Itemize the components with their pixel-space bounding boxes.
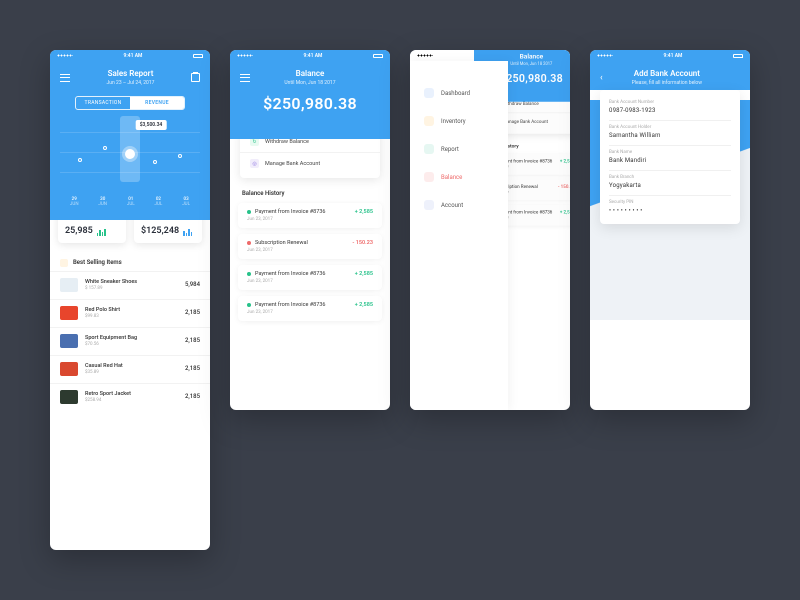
nav-item-balance[interactable]: Balance: [410, 163, 508, 191]
calendar-icon[interactable]: [191, 73, 200, 82]
product-price: $35.89: [85, 370, 178, 375]
status-bar: 9:41 AM: [230, 50, 390, 61]
nav-item-dashboard[interactable]: Dashboard: [410, 79, 508, 107]
menu-icon[interactable]: [60, 74, 70, 82]
nav-icon: [424, 144, 434, 154]
product-row[interactable]: Retro Sport Jacket $258.94 2,185: [50, 383, 210, 411]
field-label: Security PIN: [609, 200, 731, 205]
signal-icon: [597, 54, 613, 57]
segment-control: TRANSACTION REVENUE: [75, 96, 185, 110]
battery-icon: [193, 54, 203, 58]
product-price: $99.83: [85, 314, 178, 319]
product-count: 2,185: [185, 393, 200, 400]
menu-icon[interactable]: [240, 74, 250, 82]
signal-icon: [57, 54, 73, 57]
field-label: Bank Name: [609, 150, 731, 155]
signal-icon: [237, 54, 253, 57]
nav-item-account[interactable]: Account: [410, 191, 508, 219]
product-thumb: [60, 306, 78, 320]
date-range: Jun 23 – Jul 24, 2017: [70, 80, 191, 86]
field-label: Bank Account Number: [609, 100, 731, 105]
star-icon: [60, 259, 68, 267]
product-name: Casual Red Hat: [85, 363, 178, 369]
balance-screen: 9:41 AM Balance Until Mon, Jun 18 2017 $…: [230, 50, 390, 410]
form-field[interactable]: Bank Name Bank Mandiri: [609, 146, 731, 171]
product-thumb: [60, 390, 78, 404]
manage-bank-button[interactable]: ◎ Manage Bank Account: [240, 152, 380, 174]
product-count: 5,984: [185, 281, 200, 288]
tab-transaction[interactable]: TRANSACTION: [76, 97, 130, 109]
history-row[interactable]: Payment from Invoice #8736 + 2,585 Jun 2…: [238, 265, 382, 290]
nav-icon: [424, 172, 434, 182]
navigation-drawer: Dashboard Inventory Report Balance Accou…: [410, 61, 508, 410]
form-field[interactable]: Bank Branch Yogyakarta: [609, 171, 731, 196]
field-value: Samantha William: [609, 132, 731, 139]
nav-item-inventory[interactable]: Inventory: [410, 107, 508, 135]
sparkline-icon: [97, 228, 106, 236]
tab-revenue[interactable]: REVENUE: [130, 97, 184, 109]
product-name: White Sneaker Shoes: [85, 279, 178, 285]
battery-icon: [733, 54, 743, 58]
history-row[interactable]: Subscription Renewal - 150.23 Jun 23, 20…: [238, 234, 382, 259]
header: Sales Report Jun 23 – Jul 24, 2017 TRANS…: [50, 61, 210, 220]
product-thumb: [60, 334, 78, 348]
menu-drawer-screen: 9:41 AM Dashboard Inventory Report Balan…: [410, 50, 570, 410]
form-field[interactable]: Bank Account Holder Samantha William: [609, 121, 731, 146]
nav-icon: [424, 116, 434, 126]
product-row[interactable]: Sport Equipment Bag $70.56 2,185: [50, 327, 210, 355]
nav-icon: [424, 200, 434, 210]
product-price: $ 157.89: [85, 286, 178, 291]
form-field[interactable]: Security PIN • • • • • • • • •: [609, 196, 731, 220]
bank-icon: ◎: [250, 159, 259, 168]
nav-item-report[interactable]: Report: [410, 135, 508, 163]
product-price: $258.94: [85, 398, 178, 403]
product-row[interactable]: White Sneaker Shoes $ 157.89 5,984: [50, 271, 210, 299]
battery-icon: [373, 54, 383, 58]
add-bank-screen: 9:41 AM ‹ Add Bank Account Please, fill …: [590, 50, 750, 410]
chart-tooltip: $3,500.34: [136, 120, 167, 130]
chart-xaxis: 29JUN 30JUN 01JUL 02JUL 03JUL: [60, 198, 200, 208]
status-time: 9:41 AM: [124, 53, 143, 59]
history-row[interactable]: Payment from Invoice #8736 + 2,585 Jun 2…: [238, 203, 382, 228]
product-name: Red Polo Shirt: [85, 307, 178, 313]
product-count: 2,185: [185, 309, 200, 316]
field-value: 0987-0983-1923: [609, 107, 731, 114]
field-value: Yogyakarta: [609, 182, 731, 189]
product-name: Retro Sport Jacket: [85, 391, 178, 397]
form-field[interactable]: Bank Account Number 0987-0983-1923: [609, 96, 731, 121]
signal-icon: [417, 54, 433, 57]
product-thumb: [60, 362, 78, 376]
page-title: Sales Report: [70, 69, 191, 78]
revenue-chart[interactable]: $3,500.34: [60, 116, 200, 196]
field-value: Bank Mandiri: [609, 157, 731, 164]
status-bar: 9:41 AM: [590, 50, 750, 61]
nav-icon: [424, 88, 434, 98]
product-row[interactable]: Casual Red Hat $35.89 2,185: [50, 355, 210, 383]
bank-form-card: Bank Account Number 0987-0983-1923 Bank …: [600, 90, 740, 224]
field-label: Bank Account Holder: [609, 125, 731, 130]
status-bar: 9:41 AM: [50, 50, 210, 61]
product-thumb: [60, 278, 78, 292]
sparkline-icon: [183, 228, 192, 236]
product-count: 2,185: [185, 337, 200, 344]
field-label: Bank Branch: [609, 175, 731, 180]
product-name: Sport Equipment Bag: [85, 335, 178, 341]
best-selling-heading: Best Selling Items: [50, 253, 210, 271]
product-count: 2,185: [185, 365, 200, 372]
product-row[interactable]: Red Polo Shirt $99.83 2,185: [50, 299, 210, 327]
page-title: Add Bank Account: [603, 69, 731, 78]
sales-report-screen: 9:41 AM Sales Report Jun 23 – Jul 24, 20…: [50, 50, 210, 550]
page-title: Balance: [250, 69, 370, 78]
balance-history-heading: Balance History: [230, 188, 390, 203]
balance-amount: $250,980.38: [240, 94, 380, 113]
history-row[interactable]: Payment from Invoice #8736 + 2,585 Jun 2…: [238, 296, 382, 321]
product-price: $70.56: [85, 342, 178, 347]
field-value: • • • • • • • • •: [609, 207, 731, 214]
